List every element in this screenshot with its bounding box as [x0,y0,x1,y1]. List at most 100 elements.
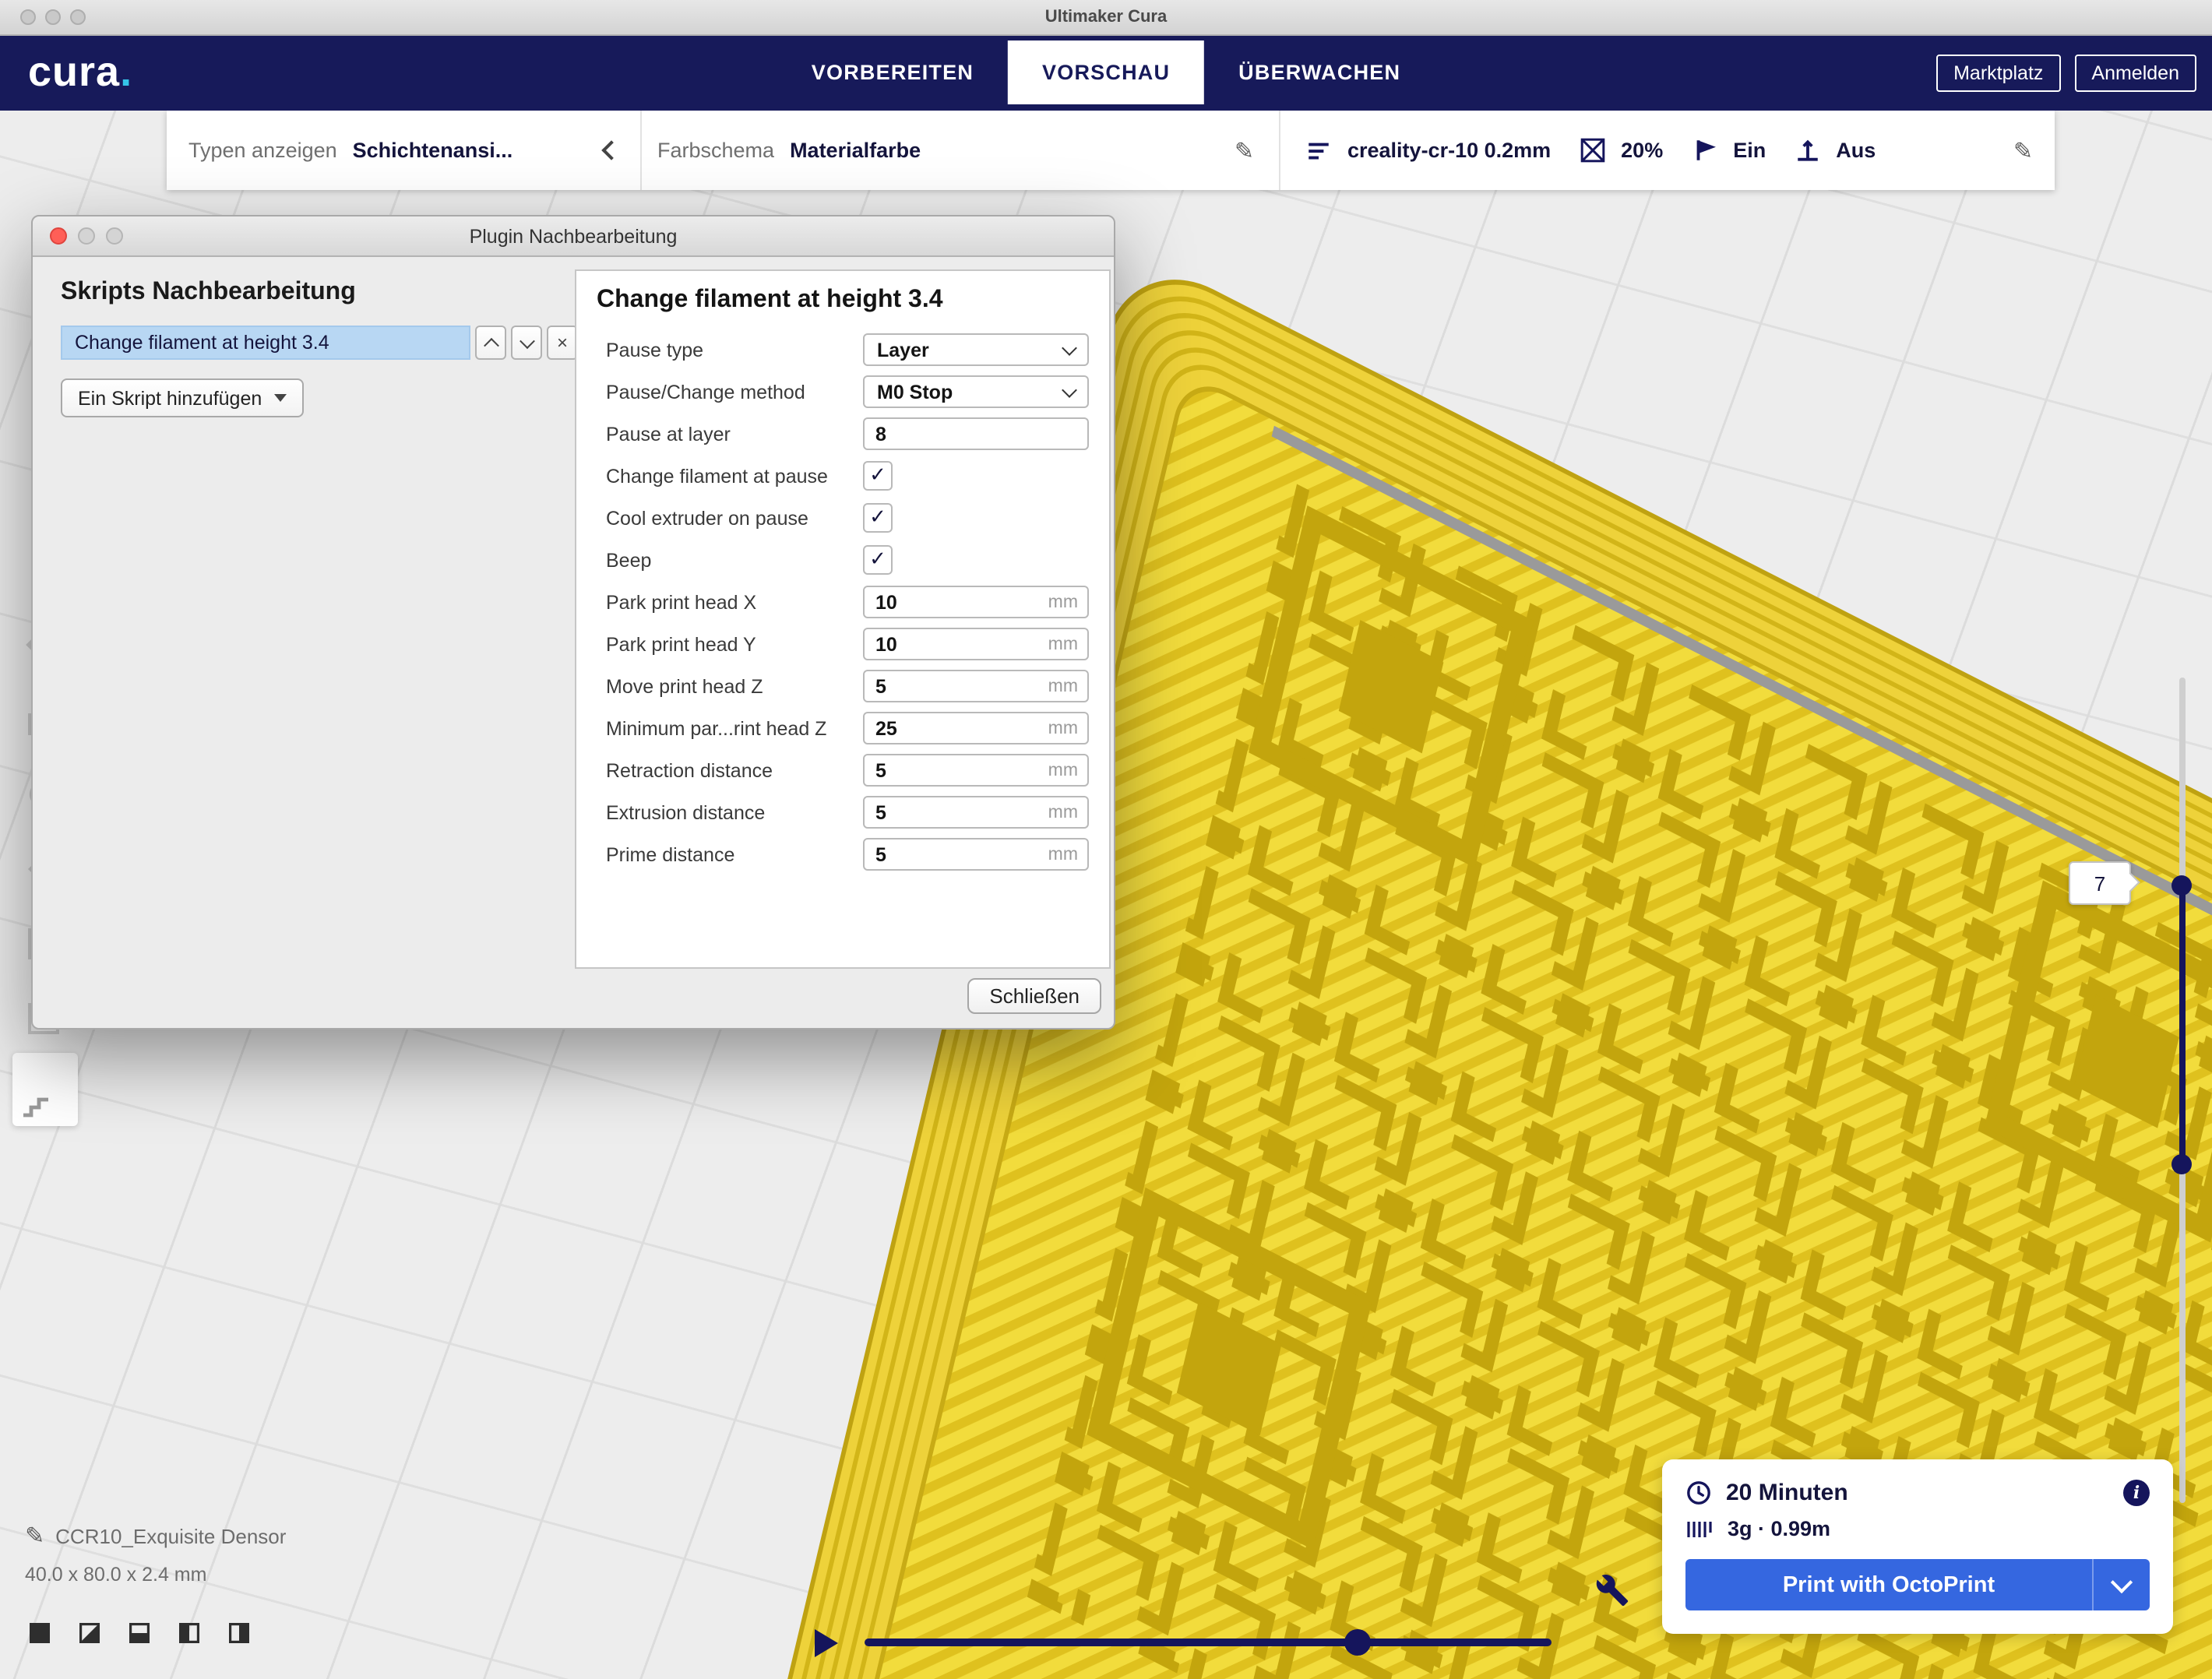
chevron-down-icon [2111,1571,2133,1593]
app-header: cura. VORBEREITEN VORSCHAU ÜBERWACHEN Ma… [0,34,2212,111]
close-icon: × [557,332,568,354]
field-label: Beep [597,549,863,571]
header-buttons: Marktplatz Anmelden [1936,54,2196,91]
logo-dot: . [120,48,132,95]
move-script-down-button[interactable] [511,326,542,360]
cura-logo: cura. [28,48,132,97]
print-options-chevron[interactable] [2092,1559,2150,1610]
view-preset-icon[interactable] [126,1620,153,1646]
window-zoom-button[interactable] [70,9,86,25]
check-icon: ✓ [869,508,886,528]
beep-checkbox[interactable]: ✓ [863,545,893,575]
tab-prepare[interactable]: VORBEREITEN [777,40,1008,104]
scripts-pane: Skripts Nachbearbeitung Change filament … [61,279,578,417]
add-script-button[interactable]: Ein Skript hinzufügen [61,378,304,417]
tab-preview[interactable]: VORSCHAU [1008,40,1204,104]
model-dimensions: 40.0 x 80.0 x 2.4 mm [25,1564,286,1586]
color-scheme-value[interactable]: Materialfarbe [790,139,921,162]
field-label: Cool extruder on pause [597,507,863,529]
color-scheme-label: Farbschema [657,139,774,162]
window-close-button[interactable] [20,9,36,25]
view-type-value[interactable]: Schichtenansi... [353,139,513,162]
dialog-window-controls [50,227,123,245]
dialog-titlebar[interactable]: Plugin Nachbearbeitung [33,216,1114,257]
adhesion-icon [1794,137,1820,164]
field-label: Prime distance [597,843,863,865]
layer-steps-icon [20,1090,51,1118]
marketplace-button[interactable]: Marktplatz [1936,54,2060,91]
change-filament-checkbox[interactable]: ✓ [863,461,893,491]
signin-button[interactable]: Anmelden [2074,54,2196,91]
field-label: Pause at layer [597,423,863,445]
field-label: Change filament at pause [597,465,863,487]
window-title: Ultimaker Cura [1045,8,1168,26]
simulation-slider-track[interactable] [865,1639,1552,1646]
tab-monitor[interactable]: ÜBERWACHEN [1204,40,1435,104]
view-preset-icon[interactable] [226,1620,252,1646]
close-dialog-button[interactable]: Schließen [967,978,1101,1014]
check-icon: ✓ [869,550,886,570]
form-row: Park print head Y mm [597,623,1089,665]
dialog-title: Plugin Nachbearbeitung [470,225,678,247]
script-settings-form: Change filament at height 3.4 Pause type… [575,269,1111,969]
print-time: 20 Minuten [1726,1480,1848,1506]
check-icon: ✓ [869,466,886,486]
clock-icon [1685,1480,1712,1506]
adjust-wrench-icon[interactable] [1595,1573,1629,1607]
edit-print-settings-pencil-icon[interactable]: ✎ [2013,136,2033,164]
view-preset-icon[interactable] [76,1620,103,1646]
view-preset-icon[interactable] [176,1620,203,1646]
view-type-label: Typen anzeigen [188,139,337,162]
model-name: CCR10_Exquisite Densor [55,1524,286,1547]
simulation-slider-handle[interactable] [1344,1629,1371,1656]
printer-profile-value[interactable]: creality-cr-10 0.2mm [1347,139,1551,162]
chevron-down-icon [274,394,287,402]
form-row: Change filament at pause ✓ [597,455,1089,497]
adhesion-value[interactable]: Aus [1836,139,1876,162]
layer-slider-range[interactable] [2179,886,2186,1165]
support-value[interactable]: Ein [1733,139,1766,162]
pause-method-select[interactable]: M0 Stop [863,375,1089,408]
rename-pencil-icon[interactable]: ✎ [25,1522,44,1550]
scripts-heading: Skripts Nachbearbeitung [61,279,578,307]
print-summary-panel: 20 Minuten i 3g · 0.99m Print with OctoP… [1662,1459,2173,1634]
form-row: Extrusion distance mm [597,791,1089,833]
pause-at-layer-input[interactable] [863,417,1089,450]
play-button[interactable] [815,1629,838,1657]
form-row: Beep ✓ [597,539,1089,581]
form-row: Pause type Layer [597,329,1089,371]
object-list-panel[interactable] [12,1053,78,1126]
model-info: ✎ CCR10_Exquisite Densor 40.0 x 80.0 x 2… [25,1522,286,1586]
remove-script-button[interactable]: × [547,326,578,360]
material-usage-icon [1685,1518,1714,1540]
field-label: Park print head X [597,591,863,613]
view-preset-icon[interactable] [26,1620,53,1646]
layer-number: 7 [2094,871,2105,895]
selected-script[interactable]: Change filament at height 3.4 [61,326,470,360]
stage-toolbar: Typen anzeigen Schichtenansi... Farbsche… [167,111,2055,190]
dialog-minimize-button [78,227,95,245]
cool-extruder-checkbox[interactable]: ✓ [863,503,893,533]
collapse-chevron-icon[interactable] [601,140,621,160]
info-icon[interactable]: i [2123,1480,2150,1506]
pause-type-select[interactable]: Layer [863,333,1089,366]
chevron-down-icon [1062,382,1077,397]
field-label: Move print head Z [597,675,863,697]
form-title: Change filament at height 3.4 [597,287,1089,315]
infill-value[interactable]: 20% [1621,139,1663,162]
window-minimize-button[interactable] [45,9,61,25]
field-label: Pause type [597,339,863,361]
move-script-up-button[interactable] [475,326,506,360]
print-button-label: Print with OctoPrint [1685,1559,2092,1610]
view-presets [26,1620,252,1646]
dialog-close-button[interactable] [50,227,67,245]
print-with-octoprint-button[interactable]: Print with OctoPrint [1685,1559,2150,1610]
edit-pencil-icon[interactable]: ✎ [1235,136,1254,164]
form-row: Retraction distance mm [597,749,1089,791]
form-row: Pause/Change method M0 Stop [597,371,1089,413]
layer-slider-handle-bottom[interactable] [2171,1154,2192,1174]
layer-slider-handle-top[interactable] [2171,875,2192,896]
support-icon [1691,137,1717,164]
script-list-row: Change filament at height 3.4 × [61,326,578,360]
window-titlebar[interactable]: Ultimaker Cura [0,0,2212,36]
